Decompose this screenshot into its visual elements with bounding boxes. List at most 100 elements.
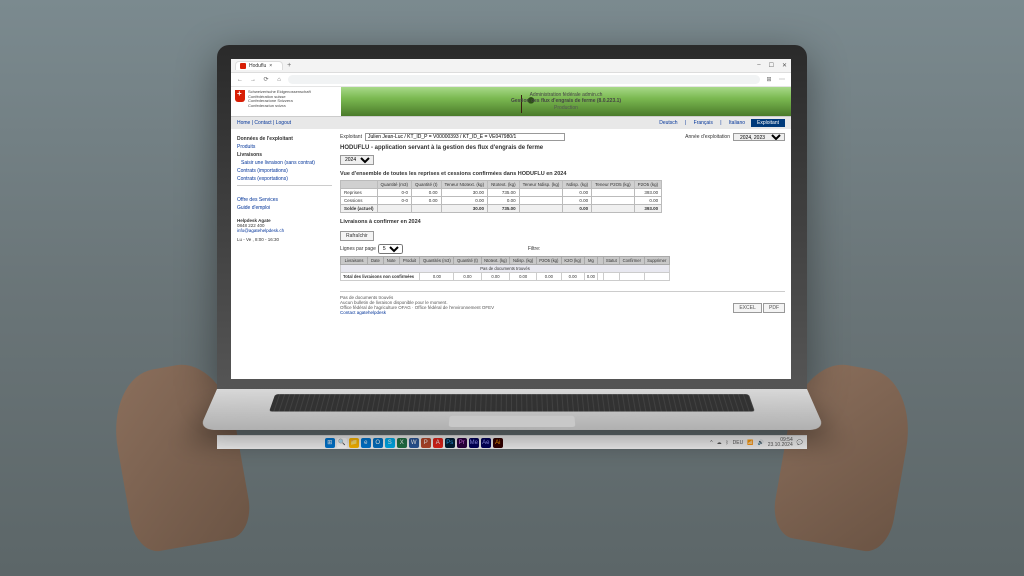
- refresh-button[interactable]: Rafraîchir: [340, 231, 374, 241]
- cell: 735.00: [488, 205, 520, 213]
- forward-icon[interactable]: →: [249, 77, 257, 83]
- new-tab-button[interactable]: +: [287, 62, 291, 69]
- laptop-keyboard: [199, 389, 825, 430]
- confederation-logo: Schweizerische Eidgenossenschaft Confédé…: [231, 87, 341, 116]
- page-title: HODUFLU - application servant à la gesti…: [340, 145, 785, 151]
- sidebar-item-produits[interactable]: Produits: [237, 143, 332, 151]
- nav-contact[interactable]: Contact: [254, 120, 271, 126]
- back-icon[interactable]: ←: [236, 77, 244, 83]
- deliveries-table: LivraisonsDateNoteProduitQuantités (m3)Q…: [340, 256, 670, 281]
- table-header: Quantités (m3): [420, 257, 454, 265]
- table-header: Teneur Ntotext. (kg): [441, 181, 488, 189]
- home-icon[interactable]: ⌂: [275, 77, 283, 83]
- helpdesk-email[interactable]: info@agatehelpdesk.ch: [237, 228, 284, 233]
- sidebar: Données de l'exploitant Produits Livrais…: [237, 133, 332, 316]
- cell: [519, 197, 563, 205]
- extension-icon[interactable]: ⊞: [765, 76, 773, 83]
- sidebar-item-saisir[interactable]: Saisir une livraison (sans contrat): [237, 159, 332, 167]
- menu-icon[interactable]: ⋯: [778, 76, 786, 83]
- table-header: Produit: [399, 257, 420, 265]
- minimize-button[interactable]: –: [757, 62, 760, 69]
- role-badge: Exploitant: [751, 119, 785, 127]
- no-results: Pas de documents trouvés: [341, 265, 670, 273]
- top-nav: Home | Contact | Logout Deutsch | França…: [231, 117, 791, 129]
- sidebar-item-contrats-exp[interactable]: Contrats (exportations): [237, 175, 332, 183]
- table-header: Ntotext. (kg): [488, 181, 520, 189]
- pager: Lignes par page 5: [340, 244, 403, 254]
- year-select[interactable]: 2024, 2023: [733, 133, 785, 141]
- sidebar-help-services[interactable]: Offre des Services: [237, 196, 332, 204]
- cell: [592, 189, 635, 197]
- tab-title: Hoduflu: [249, 63, 266, 69]
- sidebar-item-livraisons[interactable]: Livraisons: [237, 151, 332, 159]
- total-cell: 0.00: [536, 273, 561, 281]
- table-header: Note: [383, 257, 399, 265]
- cell: 0.00: [412, 197, 442, 205]
- total-cell: 0.00: [481, 273, 510, 281]
- cell: 0.00: [563, 205, 592, 213]
- browser-tab[interactable]: Hoduflu ×: [235, 61, 283, 70]
- laptop: Hoduflu × + – ☐ ✕ ← → ⟳ ⌂ ⊞: [217, 45, 807, 449]
- lang-it[interactable]: Italiano: [729, 120, 745, 126]
- cell: [592, 205, 635, 213]
- cell: 0.00: [563, 197, 592, 205]
- pager-label: Lignes par page: [340, 246, 376, 252]
- cell: [519, 189, 563, 197]
- sidebar-help-guide[interactable]: Guide d'emploi: [237, 204, 332, 212]
- exploitant-label: Exploitant: [340, 134, 362, 140]
- lang-de[interactable]: Deutsch: [659, 120, 677, 126]
- exploitant-input[interactable]: [365, 133, 565, 141]
- export-pdf-button[interactable]: PDF: [763, 303, 785, 313]
- pager-select[interactable]: 5: [378, 244, 403, 254]
- app-title: Gestion des flux d'engrais de ferme (8.0…: [511, 98, 621, 104]
- cell: 0-0: [377, 189, 412, 197]
- cell: [519, 205, 563, 213]
- screen: Hoduflu × + – ☐ ✕ ← → ⟳ ⌂ ⊞: [231, 59, 791, 379]
- table-header: K2O (kg): [561, 257, 584, 265]
- cell: 0.00: [412, 189, 442, 197]
- lang-fr[interactable]: Français: [694, 120, 713, 126]
- cell: 0.00: [563, 189, 592, 197]
- deliveries-heading: Livraisons à confirmer en 2024: [340, 219, 785, 225]
- window-controls: – ☐ ✕: [757, 62, 787, 69]
- close-button[interactable]: ✕: [782, 62, 787, 69]
- cell: 393.00: [634, 205, 662, 213]
- export-excel-button[interactable]: EXCEL: [733, 303, 761, 313]
- year-filter[interactable]: 2024: [340, 155, 374, 165]
- table-header: Quantité (t): [454, 257, 481, 265]
- total-cell: 0.00: [584, 273, 598, 281]
- table-header: Ntotext. (kg): [481, 257, 510, 265]
- cell: [412, 205, 442, 213]
- cell: 0.00: [441, 197, 488, 205]
- table-header: Statut: [603, 257, 620, 265]
- photo-background: Hoduflu × + – ☐ ✕ ← → ⟳ ⌂ ⊞: [0, 0, 1024, 576]
- url-bar[interactable]: [288, 75, 760, 84]
- cell: [377, 205, 412, 213]
- table-header: Teneur Ndisp. (kg): [519, 181, 563, 189]
- nav-home[interactable]: Home: [237, 120, 250, 126]
- browser-tabs-bar: Hoduflu × + – ☐ ✕: [231, 59, 791, 73]
- nav-logout[interactable]: Logout: [276, 120, 291, 126]
- main-content: Exploitant Année d'exploitation 2024, 20…: [340, 133, 785, 316]
- app-banner: Administration fédérale admin.ch Gestion…: [341, 87, 791, 116]
- reload-icon[interactable]: ⟳: [262, 76, 270, 83]
- overview-heading: Vue d'ensemble de toutes les reprises et…: [340, 171, 785, 177]
- cell: 30.00: [441, 205, 488, 213]
- table-header: Supprimer: [644, 257, 670, 265]
- sidebar-item-contrats-imp[interactable]: Contrats (importations): [237, 167, 332, 175]
- table-header: Teneur P2O5 (kg): [592, 181, 635, 189]
- footer-contact-link[interactable]: Contact agatehelpdesk: [340, 310, 386, 315]
- year-label: Année d'exploitation: [685, 134, 730, 140]
- sidebar-item-exploitant[interactable]: Données de l'exploitant: [237, 135, 332, 143]
- confederation-text: Schweizerische Eidgenossenschaft Confédé…: [248, 90, 311, 108]
- table-header: [341, 181, 378, 189]
- footer: Pas de documents trouvés EXCEL PDF Aucun…: [340, 291, 785, 315]
- table-header: Mg: [584, 257, 598, 265]
- total-cell: 0.00: [454, 273, 481, 281]
- cell: 393.00: [634, 189, 662, 197]
- swiss-shield-icon: [235, 90, 245, 102]
- cell: 30.00: [441, 189, 488, 197]
- maximize-button[interactable]: ☐: [769, 62, 774, 69]
- row-label: Cessions: [341, 197, 378, 205]
- close-icon[interactable]: ×: [269, 63, 272, 69]
